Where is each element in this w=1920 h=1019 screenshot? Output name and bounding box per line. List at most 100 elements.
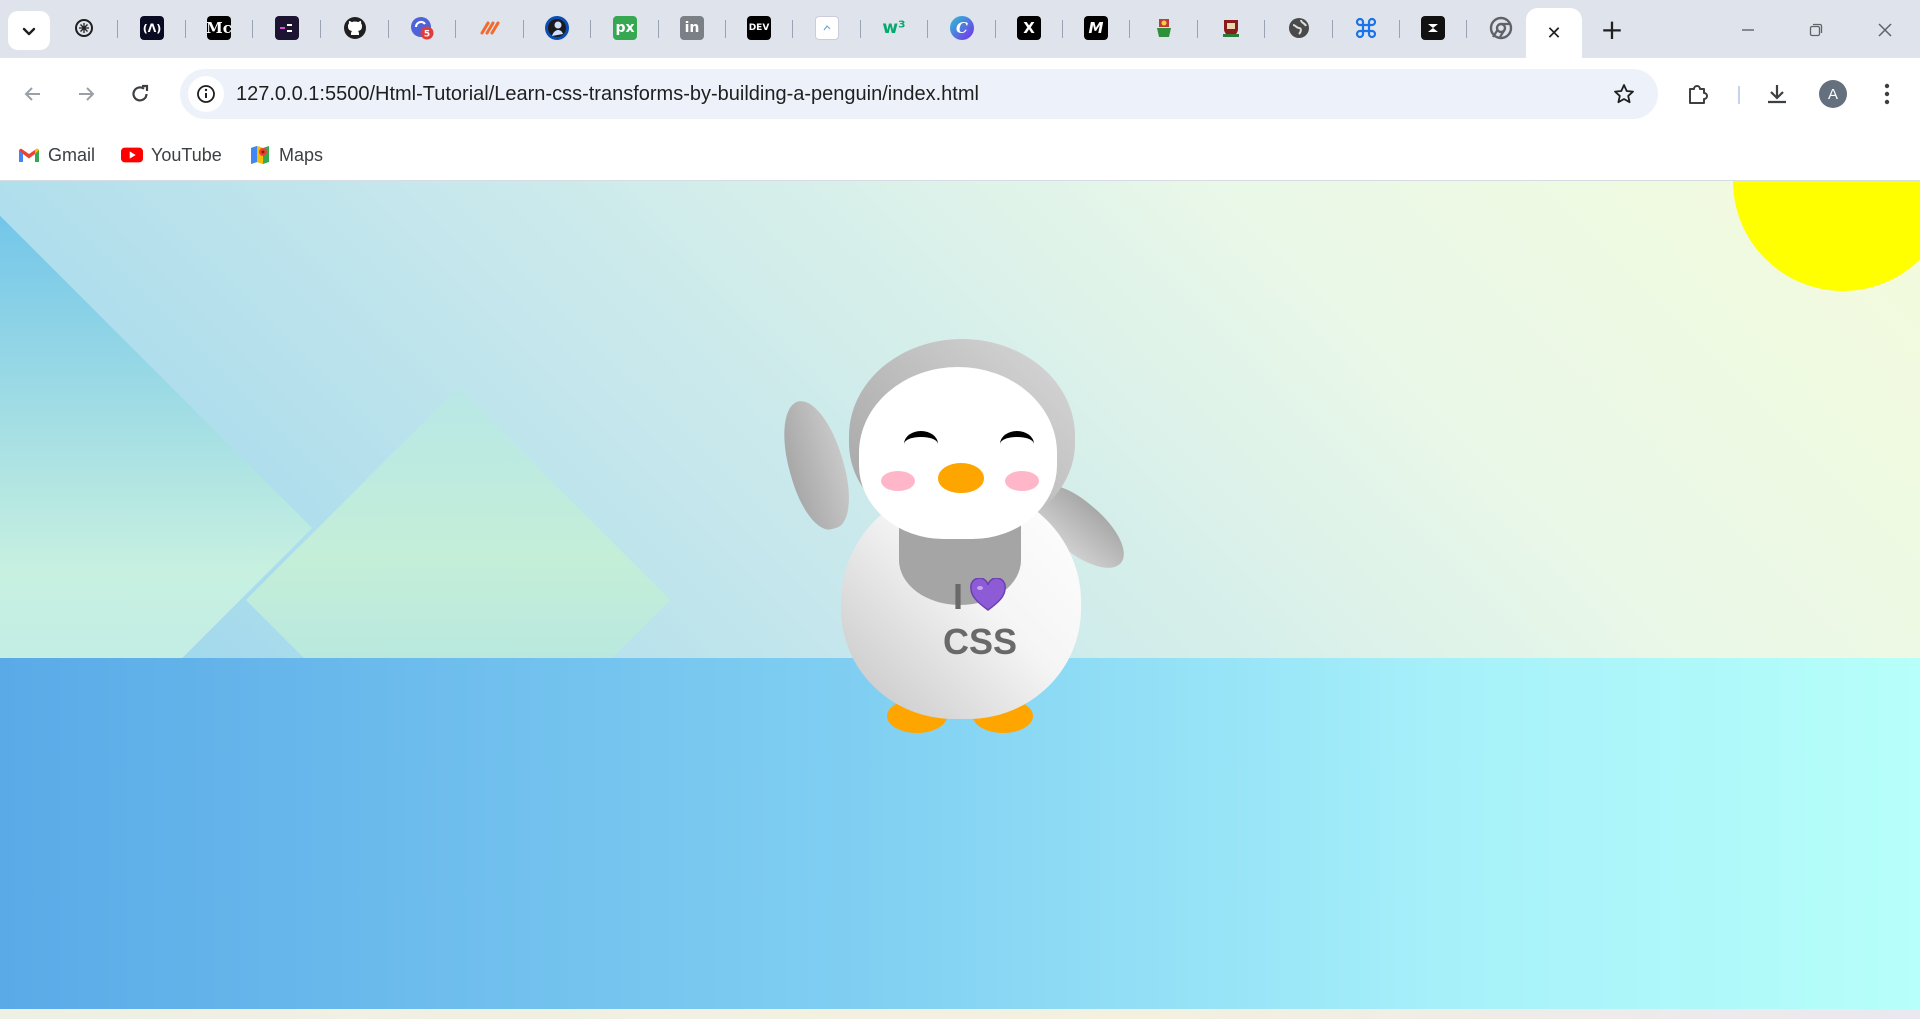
plus-icon: + — [1600, 13, 1624, 46]
medium-icon: Mc — [207, 16, 231, 40]
minimize-icon — [1742, 29, 1754, 31]
heart-icon — [969, 577, 1007, 620]
pixel-icon: px — [613, 16, 637, 40]
bookmark-star-button[interactable] — [1608, 78, 1640, 110]
bookmark-gmail[interactable]: Gmail — [18, 130, 95, 180]
menu-button[interactable] — [1867, 74, 1907, 114]
penguin-left-cheek — [881, 471, 915, 491]
close-icon — [1878, 23, 1892, 37]
pinned-tab-slash[interactable] — [476, 14, 504, 42]
pinned-tab-m[interactable]: M — [1082, 14, 1110, 42]
pinned-tab-x[interactable]: X — [1015, 14, 1043, 42]
reload-button[interactable] — [120, 74, 160, 114]
svg-text:5: 5 — [424, 30, 430, 40]
globe-icon — [1289, 18, 1309, 38]
penguin: I CSS — [771, 339, 1137, 733]
command-icon — [1355, 17, 1377, 39]
pinned-tab-globe[interactable] — [1285, 14, 1313, 42]
pinned-tab-command[interactable] — [1352, 14, 1380, 42]
active-tab[interactable]: ✕ — [1526, 8, 1582, 58]
penguin-right-eye — [1000, 431, 1034, 457]
pinned-tab-crest[interactable] — [1150, 14, 1178, 42]
pinned-tab-crest-2[interactable] — [1217, 14, 1245, 42]
github-icon — [344, 17, 366, 39]
arrow-right-icon — [79, 87, 95, 101]
penguin-left-eye — [904, 431, 938, 457]
linkedin-icon: in — [680, 16, 704, 40]
pinned-tab-dark-app[interactable] — [1419, 14, 1447, 42]
pinned-tab-linkedin[interactable]: in — [678, 14, 706, 42]
pinned-tab-page[interactable] — [813, 14, 841, 42]
bookmark-maps[interactable]: Maps — [249, 130, 323, 180]
download-icon — [1768, 85, 1786, 104]
pinned-tab-pixel[interactable]: px — [611, 14, 639, 42]
star-icon — [1614, 84, 1634, 104]
bookmark-label: Maps — [279, 144, 324, 165]
chevron-down-icon — [22, 27, 36, 35]
penguin-shirt-text: I CSS — [925, 577, 1035, 662]
pinned-tab-github[interactable] — [341, 14, 369, 42]
tab-strip: (ᐱ) Mc 5 px in DEV w³ C X M ✕ + — [0, 0, 1920, 58]
browser-toolbar: 127.0.0.1:5500/Html-Tutorial/Learn-css-t… — [0, 58, 1920, 130]
x-icon: X — [1017, 16, 1041, 40]
toolbar-divider — [1738, 86, 1740, 104]
taskbar-strip — [0, 1009, 1920, 1019]
bookmark-label: YouTube — [151, 144, 222, 165]
pinned-tab-w3schools[interactable]: w³ — [880, 14, 908, 42]
pinned-tab-chrome[interactable] — [1487, 14, 1515, 42]
shirt-line-1: I — [952, 576, 963, 617]
chatgpt-icon — [75, 19, 93, 37]
pinned-tab-chatgpt[interactable] — [70, 14, 98, 42]
pinned-tab-app[interactable] — [273, 14, 301, 42]
page-viewport: I CSS — [0, 181, 1920, 1009]
extensions-button[interactable] — [1678, 74, 1718, 114]
canva-icon: C — [950, 16, 974, 40]
pinned-tab-dev[interactable]: DEV — [745, 14, 773, 42]
pinned-tab-canva[interactable]: C — [948, 14, 976, 42]
avatar: A — [1819, 80, 1847, 108]
arrow-left-icon — [24, 87, 40, 101]
bookmark-youtube[interactable]: YouTube — [121, 130, 222, 180]
pinned-tab-freecodecamp[interactable]: (ᐱ) — [138, 14, 166, 42]
maps-icon — [249, 144, 271, 166]
bookmarks-bar: Gmail YouTube Maps — [0, 130, 1920, 181]
app-icon — [275, 16, 299, 40]
crest-icon-2 — [1223, 20, 1239, 37]
shirt-line-2: CSS — [942, 621, 1018, 663]
page-icon — [815, 16, 839, 40]
slash-icon — [480, 21, 500, 35]
dev-icon: DEV — [747, 16, 771, 40]
back-button[interactable] — [13, 74, 53, 114]
info-icon — [197, 85, 215, 103]
restore-button[interactable] — [1793, 12, 1839, 48]
minimize-button[interactable] — [1725, 12, 1771, 48]
tab-search-button[interactable] — [8, 11, 50, 50]
penguin-beak — [938, 463, 984, 493]
w3schools-icon: w³ — [882, 18, 906, 38]
forward-button[interactable] — [66, 74, 106, 114]
new-tab-button[interactable]: + — [1596, 14, 1628, 46]
site-info-button[interactable] — [188, 76, 224, 112]
notification-app-icon: 5 — [411, 17, 434, 40]
youtube-icon — [121, 144, 143, 166]
url-text[interactable]: 127.0.0.1:5500/Html-Tutorial/Learn-css-t… — [236, 69, 979, 119]
m-icon: M — [1084, 16, 1108, 40]
downloads-button[interactable] — [1757, 74, 1797, 114]
close-window-button[interactable] — [1862, 12, 1908, 48]
crest-icon — [1157, 19, 1171, 37]
penguin-left-arm — [771, 394, 861, 536]
avatar-icon — [545, 16, 569, 40]
puzzle-icon — [1689, 85, 1708, 104]
chrome-icon — [1489, 16, 1513, 40]
profile-button[interactable]: A — [1813, 74, 1853, 114]
close-tab-icon[interactable]: ✕ — [1546, 23, 1561, 44]
pinned-tab-avatar[interactable] — [543, 14, 571, 42]
gmail-icon — [18, 144, 40, 166]
pinned-tab-notification-app[interactable]: 5 — [408, 14, 436, 42]
restore-icon — [1809, 23, 1823, 37]
address-bar[interactable]: 127.0.0.1:5500/Html-Tutorial/Learn-css-t… — [180, 69, 1658, 119]
penguin-right-cheek — [1005, 471, 1039, 491]
more-vertical-icon — [1884, 83, 1890, 105]
pinned-tab-medium[interactable]: Mc — [205, 14, 233, 42]
dark-app-icon — [1421, 16, 1445, 40]
